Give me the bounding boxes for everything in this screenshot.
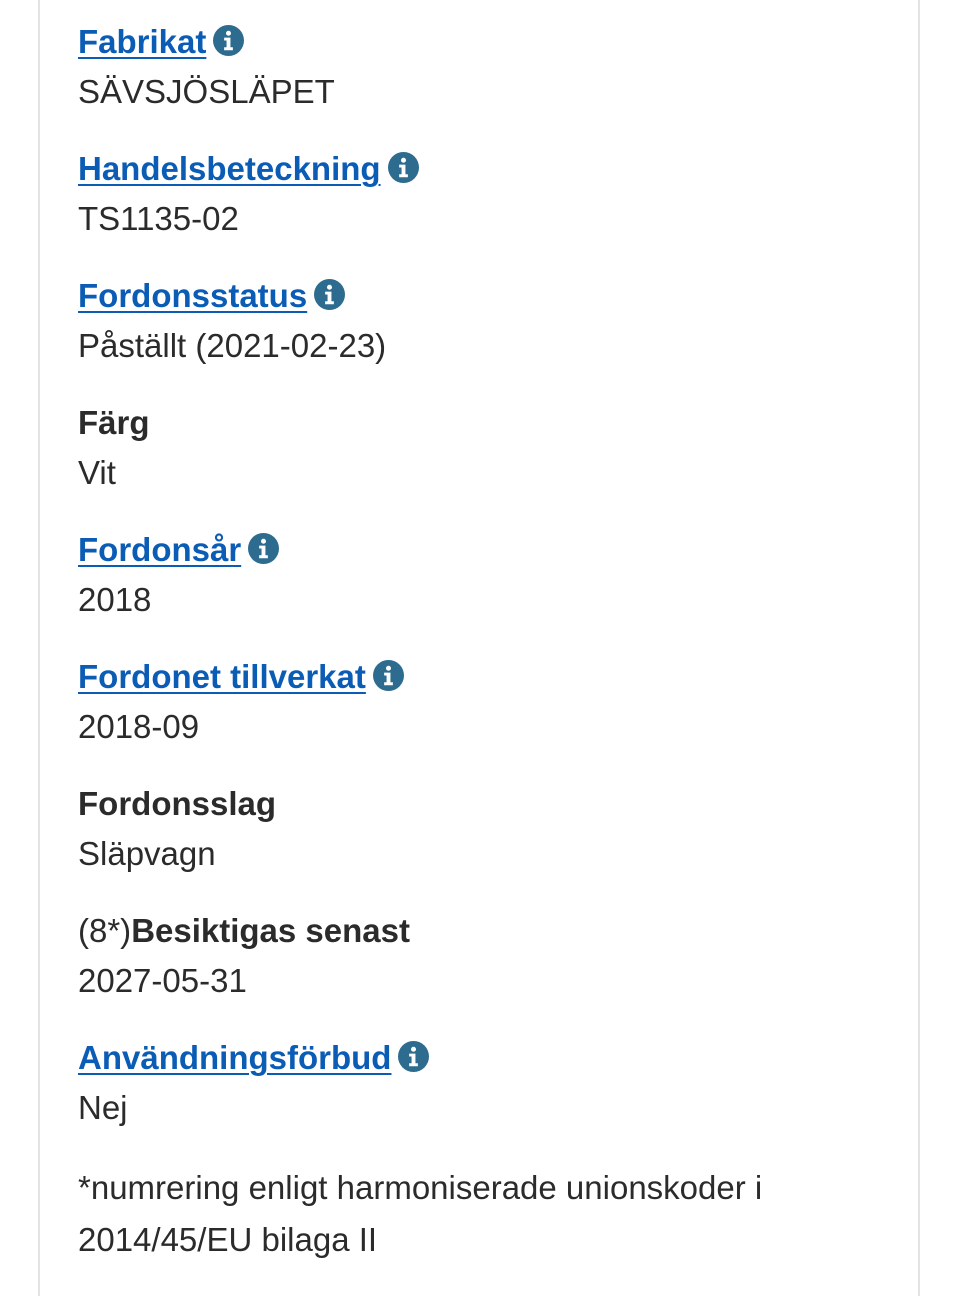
- besiktigas-senast-code-prefix: (8*): [78, 912, 132, 949]
- field-fabrikat: Fabrikat SÄVSJÖSLÄPET: [78, 22, 335, 112]
- field-fordonsslag: Fordonsslag Släpvagn: [78, 784, 276, 874]
- field-fordonsstatus: Fordonsstatus Påställt (2021-02-23): [78, 276, 386, 366]
- fordonsslag-value: Släpvagn: [78, 835, 216, 872]
- field-farg: Färg Vit: [78, 403, 150, 493]
- harmonised-codes-footnote: *numrering enligt harmoniserade unionsko…: [78, 1169, 763, 1258]
- field-anvandningsforbud: Användningsförbud Nej: [78, 1038, 430, 1128]
- fordonsstatus-label-link[interactable]: Fordonsstatus: [78, 277, 307, 314]
- fordonsslag-label: Fordonsslag: [78, 785, 277, 822]
- info-circle-icon[interactable]: [248, 533, 280, 564]
- fordonsstatus-value: Påställt (2021-02-23): [78, 327, 387, 364]
- info-circle-icon[interactable]: [387, 152, 419, 183]
- fordonet-tillverkat-value: 2018-09: [78, 708, 200, 745]
- vehicle-details-panel: Fabrikat SÄVSJÖSLÄPET Handelsbeteckning …: [38, 0, 920, 1296]
- info-circle-icon[interactable]: [213, 25, 245, 56]
- info-circle-icon[interactable]: [314, 279, 346, 310]
- field-fordonsar: Fordonsår 2018: [78, 530, 280, 620]
- fordonsar-value: 2018: [78, 581, 152, 618]
- anvandningsforbud-label-link[interactable]: Användningsförbud: [78, 1039, 391, 1076]
- info-circle-icon[interactable]: [398, 1041, 430, 1072]
- field-handelsbeteckning: Handelsbeteckning TS1135-02: [78, 149, 419, 239]
- fordonet-tillverkat-label-link[interactable]: Fordonet tillverkat: [78, 658, 366, 695]
- farg-label: Färg: [78, 404, 150, 441]
- fabrikat-value: SÄVSJÖSLÄPET: [78, 73, 335, 110]
- handelsbeteckning-value: TS1135-02: [78, 200, 239, 237]
- handelsbeteckning-label-link[interactable]: Handelsbeteckning: [78, 150, 381, 187]
- field-fordonet-tillverkat: Fordonet tillverkat 2018-09: [78, 657, 404, 747]
- farg-value: Vit: [78, 454, 116, 491]
- anvandningsforbud-value: Nej: [78, 1089, 128, 1126]
- besiktigas-senast-value: 2027-05-31: [78, 962, 247, 999]
- fordonsar-label-link[interactable]: Fordonsår: [78, 531, 241, 568]
- besiktigas-senast-label: Besiktigas senast: [131, 912, 410, 949]
- info-circle-icon[interactable]: [372, 660, 404, 691]
- fabrikat-label-link[interactable]: Fabrikat: [78, 23, 206, 60]
- field-besiktigas-senast: (8*)Besiktigas senast 2027-05-31: [78, 911, 410, 1001]
